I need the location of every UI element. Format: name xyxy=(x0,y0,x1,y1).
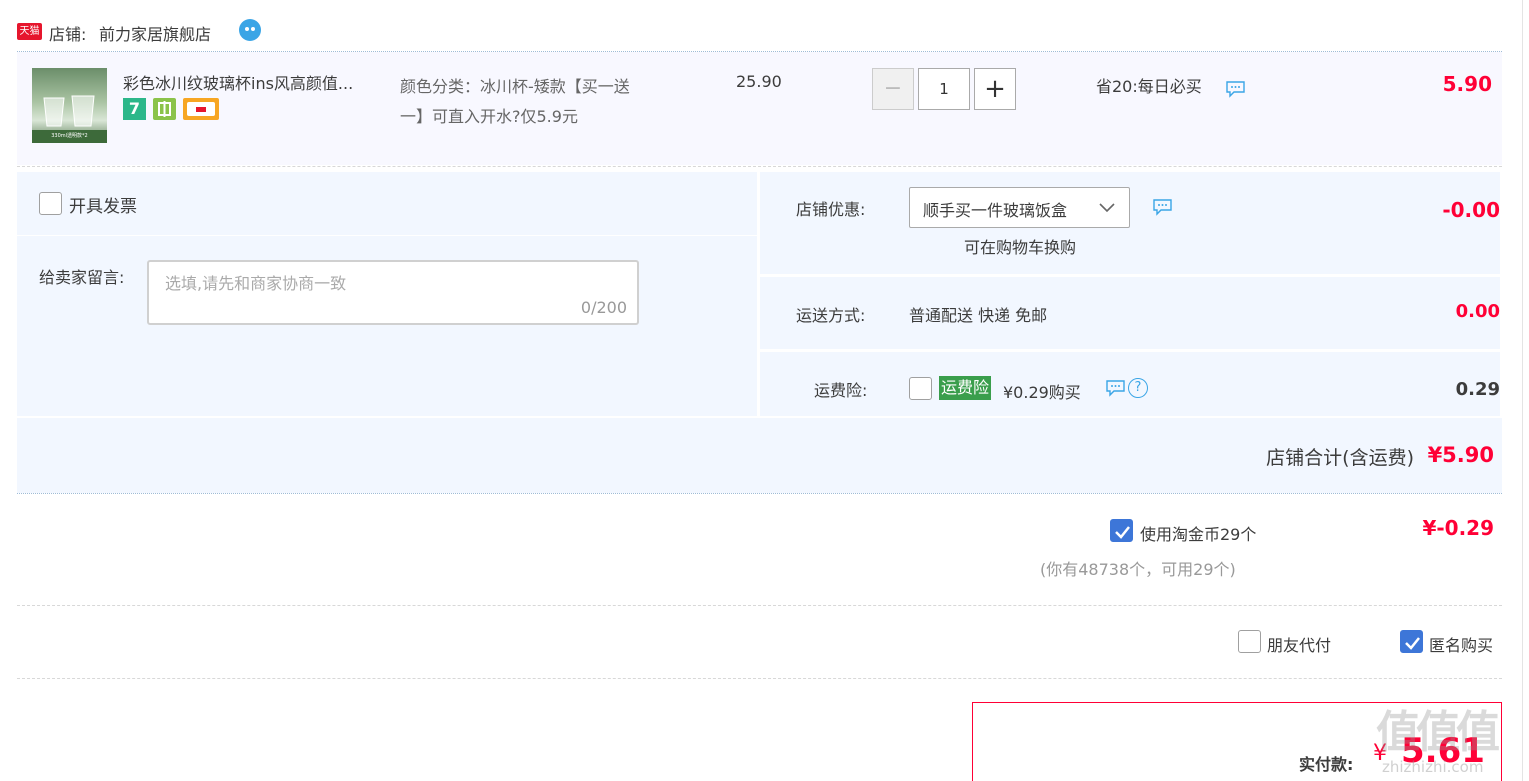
insurance-checkbox[interactable] xyxy=(909,377,932,400)
discount-label: 店铺优惠: xyxy=(796,200,866,219)
thumb-caption: 330ml透明款*2 xyxy=(51,133,88,139)
invoice-row: 开具发票 xyxy=(17,172,757,236)
credit-card-icon[interactable] xyxy=(183,98,219,120)
discount-selected-value: 顺手买一件玻璃饭盒 xyxy=(923,201,1068,220)
note-placeholder: 选填,请先和商家协商一致 xyxy=(165,274,347,293)
shipping-label: 运送方式: xyxy=(796,306,866,325)
anonymous-label[interactable]: 匿名购买 xyxy=(1429,632,1493,656)
quantity-decrease-button[interactable]: − xyxy=(872,68,914,110)
item-sku-line2: 一】可直入开水?仅5.9元 xyxy=(400,107,578,126)
item-sku-line1: 颜色分类：冰川杯-矮款【买一送 xyxy=(400,77,630,96)
friend-pay-checkbox[interactable] xyxy=(1238,630,1261,653)
left-panel: 开具发票 给卖家留言: 选填,请先和商家协商一致 0/200 xyxy=(17,172,757,416)
item-row: 330ml透明款*2 彩色冰川纹玻璃杯ins风高颜值... 7 颜色分类：冰川杯… xyxy=(17,52,1502,165)
shop-total-amount: ¥5.90 xyxy=(1427,443,1494,467)
page-edge xyxy=(1522,0,1523,781)
shop-total-row: 店铺合计(含运费) ¥5.90 xyxy=(17,418,1502,493)
divider xyxy=(17,493,1502,494)
divider xyxy=(17,605,1502,606)
invoice-checkbox[interactable] xyxy=(39,192,62,215)
divider xyxy=(17,678,1502,679)
watermark-url: zhizhizhi.com xyxy=(1382,758,1484,776)
friend-pay-label[interactable]: 朋友代付 xyxy=(1267,632,1331,656)
item-promo-text: 省20:每日必买 xyxy=(1096,77,1202,96)
tmall-badge-icon: 天猫 xyxy=(17,23,42,40)
anonymous-checkbox[interactable] xyxy=(1400,630,1423,653)
shipping-amount: 0.00 xyxy=(1455,301,1500,322)
chevron-down-icon xyxy=(1098,200,1116,214)
insurance-amount: 0.29 xyxy=(1455,379,1500,400)
invoice-label[interactable]: 开具发票 xyxy=(69,192,137,217)
watermark-logo: 值值值 xyxy=(1376,707,1500,758)
item-unit-price: 25.90 xyxy=(736,72,782,91)
quantity-input[interactable]: 1 xyxy=(918,68,970,110)
discount-select[interactable]: 顺手买一件玻璃饭盒 xyxy=(909,187,1130,228)
promo-comment-icon[interactable] xyxy=(1225,80,1246,98)
coins-sub: (你有48738个，可用29个) xyxy=(1040,560,1236,579)
insurance-price: ¥0.29购买 xyxy=(1003,383,1081,402)
coins-checkbox[interactable] xyxy=(1110,519,1133,542)
note-label: 给卖家留言: xyxy=(39,268,125,287)
quantity-stepper: − 1 + xyxy=(872,68,1017,110)
coins-label[interactable]: 使用淘金币29个 xyxy=(1140,521,1256,545)
pay-label: 实付款: xyxy=(1299,755,1354,774)
shop-header: 天猫 店铺: 前力家居旗舰店 xyxy=(17,18,417,46)
shop-name-link[interactable]: 前力家居旗舰店 xyxy=(99,21,211,45)
insurance-badge: 运费险 xyxy=(939,376,992,400)
item-subtotal: 5.90 xyxy=(1442,72,1492,96)
note-input[interactable]: 选填,请先和商家协商一致 0/200 xyxy=(147,260,639,325)
item-thumbnail[interactable]: 330ml透明款*2 xyxy=(32,68,107,143)
insurance-label: 运费险: xyxy=(814,381,868,400)
divider xyxy=(17,166,1502,167)
note-counter: 0/200 xyxy=(580,298,627,317)
discount-hint: 可在购物车换购 xyxy=(964,238,1077,257)
quantity-increase-button[interactable]: + xyxy=(974,68,1016,110)
item-service-icons: 7 xyxy=(123,98,243,120)
wangwang-chat-icon[interactable] xyxy=(238,18,262,42)
guarantee-icon[interactable] xyxy=(153,98,176,120)
shop-total-label: 店铺合计(含运费) xyxy=(1266,447,1414,469)
item-title-link[interactable]: 彩色冰川纹玻璃杯ins风高颜值... xyxy=(123,70,353,94)
insurance-comment-icon[interactable] xyxy=(1105,379,1126,397)
help-icon[interactable]: ? xyxy=(1128,378,1148,398)
discount-comment-icon[interactable] xyxy=(1152,198,1173,216)
insurance-row: 运费险: 运费险 ¥0.29购买 ? 0.29 xyxy=(760,352,1500,416)
seven-day-return-icon[interactable]: 7 xyxy=(123,98,146,120)
shop-label: 店铺: xyxy=(49,25,87,44)
coins-amount: ¥-0.29 xyxy=(1422,516,1494,540)
shop-discount-row: 店铺优惠: 顺手买一件玻璃饭盒 可在购物车换购 -0.00 xyxy=(760,172,1500,274)
discount-amount: -0.00 xyxy=(1442,198,1500,222)
shipping-row: 运送方式: 普通配送 快递 免邮 0.00 xyxy=(760,277,1500,349)
shipping-value: 普通配送 快递 免邮 xyxy=(909,306,1048,325)
